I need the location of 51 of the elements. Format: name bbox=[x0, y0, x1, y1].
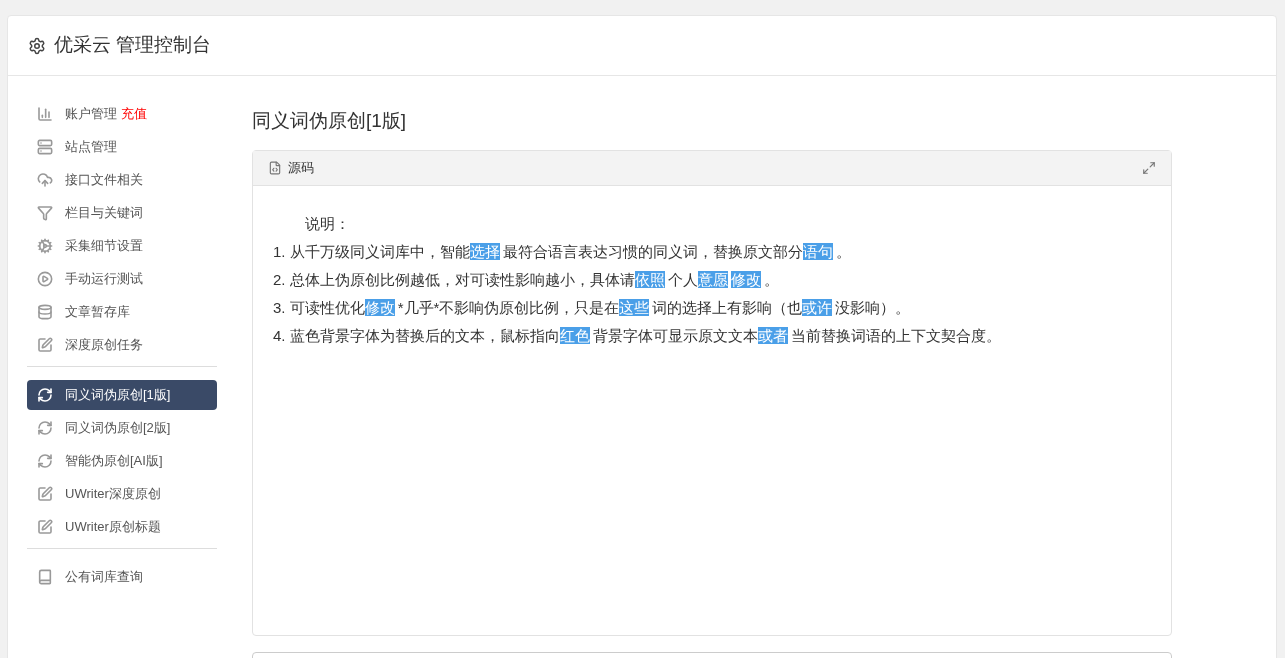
edit-icon bbox=[37, 519, 53, 535]
fullscreen-icon[interactable] bbox=[1142, 160, 1156, 175]
code-file-icon bbox=[268, 160, 282, 175]
sidebar-label: 深度原创任务 bbox=[65, 336, 143, 355]
sidebar-item[interactable]: 公有词库查询 bbox=[27, 562, 217, 592]
sidebar-label: 公有词库查询 bbox=[65, 568, 143, 587]
sidebar-label: 采集细节设置 bbox=[65, 237, 143, 256]
refresh-icon bbox=[37, 453, 53, 469]
sidebar-item[interactable]: 采集细节设置 bbox=[27, 231, 217, 261]
sidebar-item[interactable]: 深度原创任务 bbox=[27, 330, 217, 360]
filter-icon bbox=[37, 205, 53, 221]
console-title: 优采云 管理控制台 bbox=[54, 33, 212, 58]
sidebar-item[interactable]: 同义词伪原创[1版] bbox=[27, 380, 217, 410]
note-heading: 说明： bbox=[304, 213, 351, 234]
refresh-icon bbox=[37, 420, 53, 436]
sidebar-label: 文章暂存库 bbox=[65, 303, 130, 322]
sidebar-item[interactable]: 接口文件相关 bbox=[27, 165, 217, 195]
sidebar-item[interactable]: 智能伪原创[AI版] bbox=[27, 446, 217, 476]
recharge-link[interactable]: 充值 bbox=[121, 104, 147, 124]
sidebar-label: UWriter原创标题 bbox=[65, 518, 161, 537]
sidebar-item[interactable]: 文章暂存库 bbox=[27, 297, 217, 327]
sidebar-item[interactable]: 栏目与关键词 bbox=[27, 198, 217, 228]
database-icon bbox=[37, 304, 53, 320]
server-icon bbox=[37, 139, 53, 155]
bar-chart-icon bbox=[37, 106, 53, 122]
sidebar-label: 账户管理 bbox=[65, 105, 117, 124]
sidebar-item[interactable]: UWriter深度原创 bbox=[27, 479, 217, 509]
sidebar-item[interactable]: 手动运行测试 bbox=[27, 264, 217, 294]
sidebar-label: 手动运行测试 bbox=[65, 270, 143, 289]
sidebar-label: 接口文件相关 bbox=[65, 171, 143, 190]
sidebar-label: 同义词伪原创[1版] bbox=[65, 386, 171, 405]
sidebar-label: 栏目与关键词 bbox=[65, 204, 143, 223]
sidebar-item[interactable]: 账户管理 充值 bbox=[27, 99, 217, 129]
sidebar-label: UWriter深度原创 bbox=[65, 485, 161, 504]
settings-icon bbox=[28, 36, 46, 55]
sidebar-item[interactable]: 站点管理 bbox=[27, 132, 217, 162]
page-title: 同义词伪原创[1版] bbox=[252, 109, 408, 133]
sidebar-label: 站点管理 bbox=[65, 138, 117, 157]
source-tab[interactable]: 源码 bbox=[268, 157, 314, 178]
refresh-icon bbox=[37, 387, 53, 403]
play-icon bbox=[37, 271, 53, 287]
note-line: 4. 蓝色背景字体为替换后的文本，鼠标指向红色 背景字体可显示原文文本或者 当前替换词语的上下文契合度。 bbox=[273, 325, 1002, 346]
sidebar-label: 同义词伪原创[2版] bbox=[65, 419, 171, 438]
sidebar-item[interactable]: UWriter原创标题 bbox=[27, 512, 217, 542]
edit-icon bbox=[37, 486, 53, 502]
book-icon bbox=[37, 569, 53, 585]
cloud-upload-icon bbox=[37, 172, 53, 188]
cogs-icon bbox=[37, 238, 53, 254]
sidebar-label: 智能伪原创[AI版] bbox=[65, 452, 163, 471]
sidebar-item[interactable]: 同义词伪原创[2版] bbox=[27, 413, 217, 443]
edit-icon bbox=[37, 337, 53, 353]
